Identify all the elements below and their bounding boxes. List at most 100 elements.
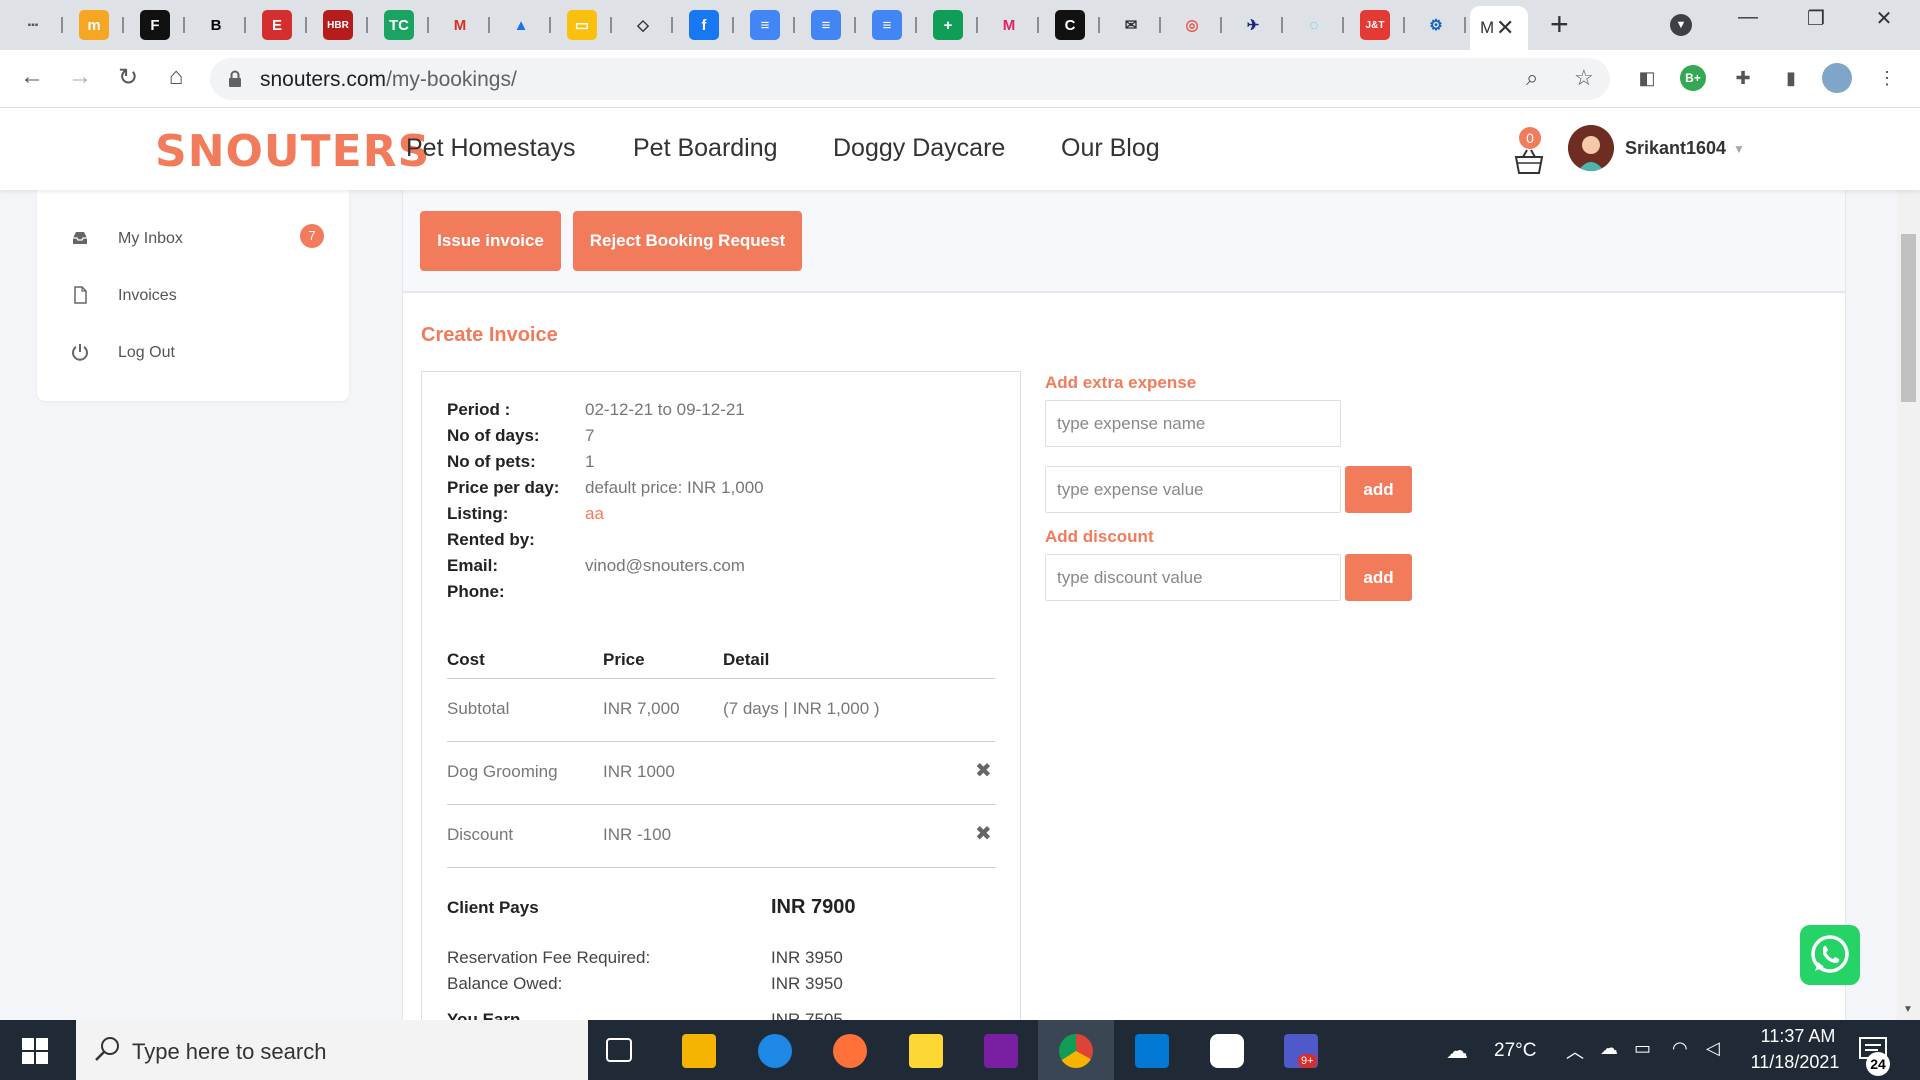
user-avatar[interactable] (1568, 125, 1614, 171)
extensions-puzzle-icon[interactable]: ✚ (1728, 63, 1758, 93)
active-tab[interactable]: M ✕ (1470, 6, 1528, 50)
reload-icon[interactable]: ↻ (112, 63, 144, 92)
restore-icon[interactable]: ❐ (1796, 6, 1836, 31)
bookmark-star-icon[interactable]: ☆ (1574, 65, 1594, 91)
bookmark-tab-icon[interactable]: HBR (323, 10, 353, 40)
file-explorer-icon[interactable] (682, 1034, 716, 1068)
new-tab-icon[interactable]: + (1550, 8, 1569, 40)
remove-discount-icon[interactable]: ✖ (975, 821, 992, 846)
bookmark-tab-icon[interactable]: J&T (1360, 10, 1390, 40)
tab-separator (793, 17, 795, 33)
reject-booking-button[interactable]: Reject Booking Request (573, 211, 802, 271)
address-bar[interactable]: snouters.com/my-bookings/ ⌕ ☆ (210, 58, 1610, 100)
issue-invoice-button[interactable]: Issue invoice (420, 211, 561, 271)
bookmark-tab-icon[interactable]: ≡ (811, 10, 841, 40)
battery-icon[interactable]: ▭ (1634, 1038, 1651, 1059)
zoom-icon[interactable]: ⌕ (1526, 65, 1538, 91)
client-pays-value: INR 7900 (771, 896, 856, 918)
balance-owed-value: INR 3950 (771, 974, 843, 993)
period-value: 02-12-21 to 09-12-21 (585, 400, 745, 419)
forward-icon[interactable]: → (64, 63, 96, 91)
expense-value-input[interactable] (1045, 466, 1341, 513)
add-expense-button[interactable]: add (1345, 466, 1412, 513)
sidebar-item-invoices[interactable]: Invoices (37, 276, 349, 316)
extension-bplus-icon[interactable]: B+ (1680, 65, 1706, 91)
bookmark-tab-icon[interactable]: f (689, 10, 719, 40)
chevron-down-icon[interactable]: ▼ (1733, 142, 1745, 156)
scroll-down-icon[interactable]: ▼ (1903, 1004, 1913, 1015)
clock-date[interactable]: 11/18/2021 (1740, 1052, 1850, 1073)
bookmark-tab-icon[interactable]: ▭ (567, 10, 597, 40)
volume-icon[interactable]: ◁ (1706, 1038, 1720, 1059)
bookmark-tab-icon[interactable]: ✉ (1116, 10, 1146, 40)
nav-pet-boarding[interactable]: Pet Boarding (633, 134, 778, 163)
bookmark-tab-icon[interactable]: B (201, 10, 231, 40)
bookmark-tab-icon[interactable]: + (933, 10, 963, 40)
bookmark-tab-icon[interactable]: ⚙ (1421, 10, 1451, 40)
wifi-icon[interactable]: ◠ (1672, 1038, 1688, 1059)
slack-icon[interactable] (1210, 1034, 1244, 1068)
profile-avatar-icon[interactable] (1822, 63, 1852, 93)
chrome-taskbar-slot[interactable] (1038, 1020, 1114, 1080)
price-column-header: Price (603, 650, 645, 669)
bookmark-tab-icon[interactable]: ◇ (628, 10, 658, 40)
site-logo[interactable]: SNOUTERS (155, 126, 430, 177)
listing-link[interactable]: aa (585, 504, 604, 524)
bookmark-tab-icon[interactable]: ≡ (750, 10, 780, 40)
bookmark-tab-icon[interactable]: E (262, 10, 292, 40)
whatsapp-chat-button[interactable] (1800, 925, 1860, 985)
tab-separator (183, 17, 185, 33)
sidebar: My Inbox 7 Invoices Log Out (37, 190, 349, 401)
temperature[interactable]: 27°C (1494, 1040, 1536, 1062)
basket-icon[interactable] (1514, 149, 1544, 175)
bookmark-tab-icon[interactable]: ▪▪▪ (18, 10, 48, 40)
chevron-up-icon[interactable]: ︿ (1566, 1038, 1584, 1064)
nav-doggy-daycare[interactable]: Doggy Daycare (833, 134, 1005, 163)
outlook-icon[interactable] (1135, 1034, 1169, 1068)
bookmark-tab-icon[interactable]: M (445, 10, 475, 40)
expense-name-input[interactable] (1045, 400, 1341, 447)
nav-our-blog[interactable]: Our Blog (1061, 134, 1160, 163)
bookmark-tab-icon[interactable]: M (994, 10, 1024, 40)
bookmark-tab-icon[interactable]: ▲ (506, 10, 536, 40)
browser-menu-icon[interactable]: ⋮ (1872, 63, 1902, 93)
price-per-day-value: default price: INR 1,000 (585, 478, 764, 497)
bookmark-tab-icon[interactable]: ✈ (1238, 10, 1268, 40)
close-window-icon[interactable]: ✕ (1864, 6, 1904, 31)
bookmark-tab-icon[interactable]: C (1055, 10, 1085, 40)
sticky-notes-icon[interactable] (909, 1034, 943, 1068)
tab-search-icon[interactable]: ▼ (1670, 14, 1692, 36)
back-icon[interactable]: ← (16, 63, 48, 91)
add-discount-button[interactable]: add (1345, 554, 1412, 601)
close-tab-icon[interactable]: ✕ (1496, 15, 1514, 41)
home-icon[interactable]: ⌂ (160, 63, 192, 91)
bookmark-tab-icon[interactable]: m (79, 10, 109, 40)
bookmark-tab-icon[interactable]: F (140, 10, 170, 40)
sidebar-item-logout[interactable]: Log Out (37, 333, 349, 373)
username[interactable]: Srikant1604 (1625, 138, 1726, 159)
page-scrollbar[interactable]: ▲ ▼ (1897, 108, 1920, 1020)
edge-icon[interactable] (758, 1034, 792, 1068)
bookmark-tab-icon[interactable]: ◎ (1177, 10, 1207, 40)
taskbar-search-box[interactable]: Type here to search (76, 1020, 588, 1080)
windows-start-icon[interactable] (22, 1038, 48, 1064)
tab-separator (1342, 17, 1344, 33)
minimize-icon[interactable]: — (1728, 6, 1768, 29)
firefox-icon[interactable] (833, 1034, 867, 1068)
url-text[interactable]: snouters.com/my-bookings/ (260, 68, 517, 92)
nav-pet-homestays[interactable]: Pet Homestays (406, 134, 576, 163)
extension-c-icon[interactable]: ◧ (1632, 63, 1662, 93)
task-view-icon[interactable] (606, 1038, 632, 1062)
bookmark-tab-icon[interactable]: TC (384, 10, 414, 40)
onenote-icon[interactable] (984, 1034, 1018, 1068)
onedrive-icon[interactable]: ☁ (1600, 1038, 1618, 1059)
bookmark-tab-icon[interactable]: ◌ (1299, 10, 1329, 40)
discount-value-input[interactable] (1045, 554, 1341, 601)
clock-time[interactable]: 11:37 AM (1748, 1026, 1848, 1047)
reservation-fee-label: Reservation Fee Required: (447, 948, 651, 967)
scroll-thumb[interactable] (1901, 234, 1916, 402)
bookmark-tab-icon[interactable]: ≡ (872, 10, 902, 40)
weather-icon[interactable]: ☁ (1446, 1038, 1468, 1064)
side-panel-icon[interactable]: ▮ (1776, 63, 1806, 93)
remove-expense-icon[interactable]: ✖ (975, 758, 992, 783)
